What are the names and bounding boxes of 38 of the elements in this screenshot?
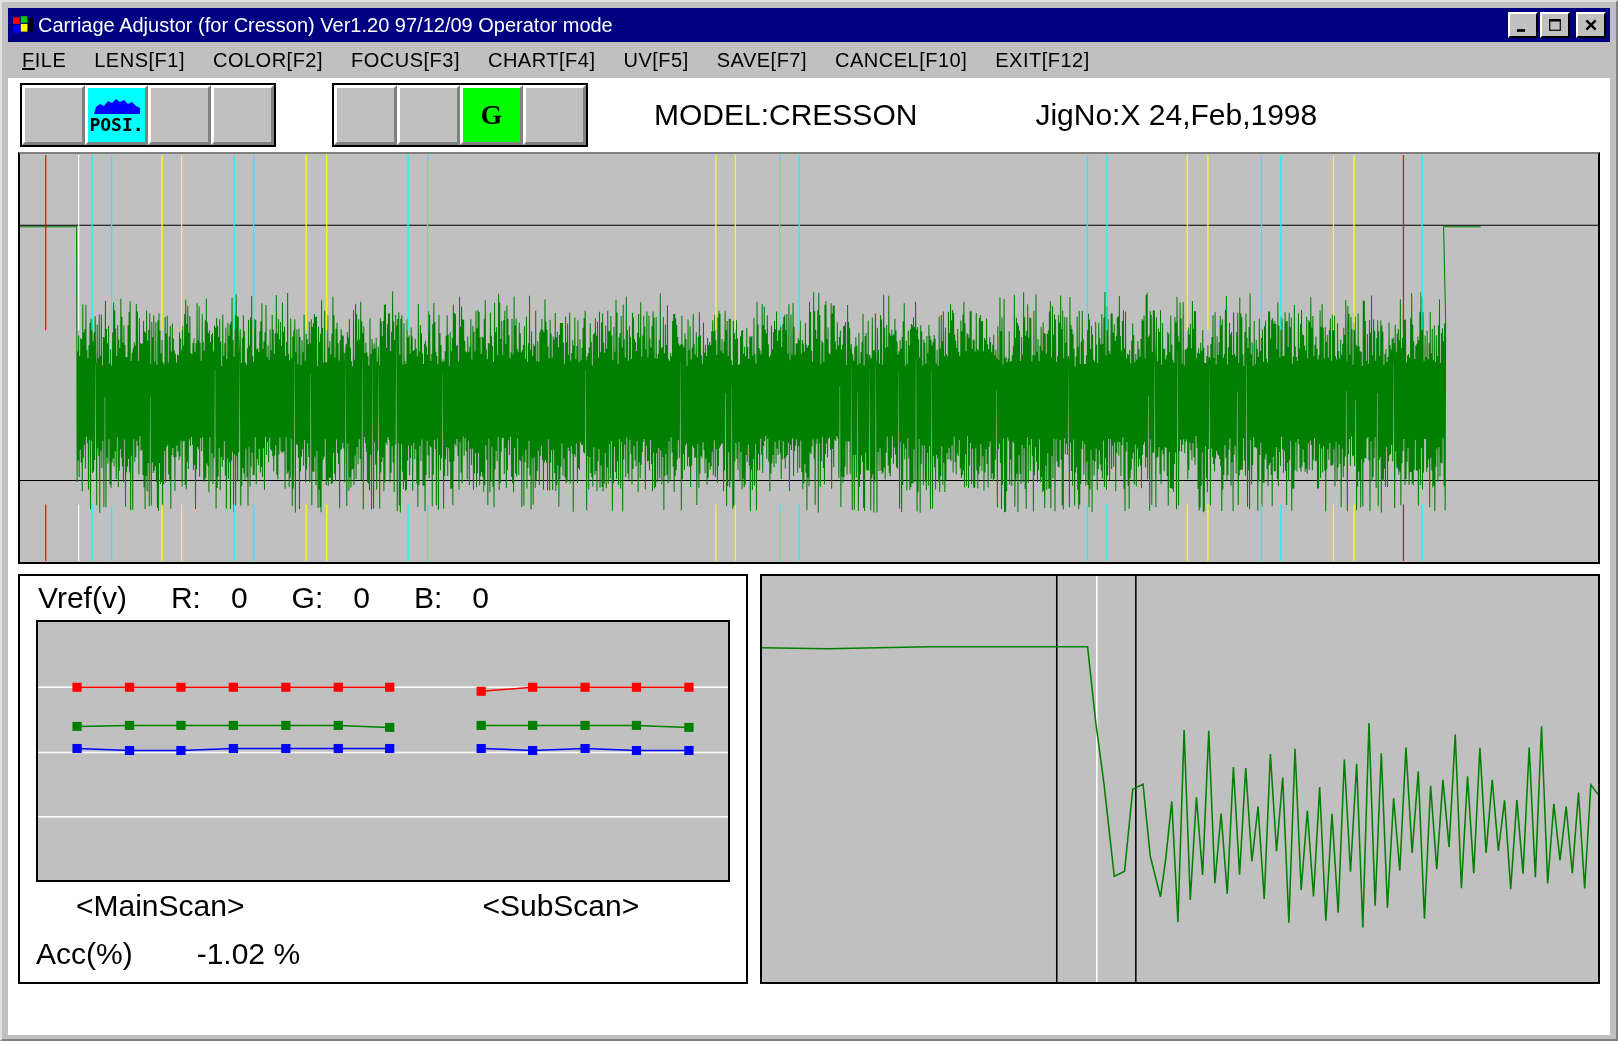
posi-button[interactable]: POSI. — [85, 85, 148, 145]
toolbar-button[interactable] — [334, 85, 397, 145]
maximize-icon — [1548, 18, 1562, 32]
menu-item[interactable]: EXIT[F12] — [995, 48, 1090, 72]
close-button[interactable] — [1576, 12, 1606, 38]
maximize-button[interactable] — [1540, 12, 1570, 38]
toolbar-button[interactable] — [148, 85, 211, 145]
scan-label: <SubScan> — [482, 888, 640, 924]
toolbar-button[interactable] — [397, 85, 460, 145]
channel-value: 0 — [230, 580, 248, 616]
menu-item[interactable]: UV[F5] — [623, 48, 689, 72]
menu-item[interactable]: LENS[F1] — [94, 48, 185, 72]
minimize-button[interactable] — [1508, 12, 1538, 38]
menu-item[interactable]: CHART[F4] — [488, 48, 596, 72]
menu-item[interactable]: FILE — [22, 48, 67, 72]
jig-label: JigNo:X 24,Feb,1998 — [1035, 98, 1318, 132]
acc-value: -1.02 % — [196, 936, 301, 972]
toolbar-button[interactable] — [211, 85, 274, 145]
channel-label: B: — [413, 580, 443, 616]
menu-item[interactable]: COLOR[F2] — [212, 48, 324, 72]
g-button[interactable]: G — [460, 85, 523, 145]
scan-label: <MainScan> — [76, 888, 245, 924]
channel-value: 0 — [472, 580, 489, 616]
window-title: Carriage Adjustor (for Cresson) Ver1.20 97/12/09 Operator mode — [38, 13, 614, 37]
toolbar-button[interactable] — [523, 85, 586, 145]
menu-item[interactable]: FOCUS[F3] — [351, 48, 460, 72]
vref-title: Vref(v) — [38, 580, 127, 616]
minimize-icon — [1517, 28, 1525, 32]
close-icon — [1584, 18, 1598, 32]
toolbar-button[interactable] — [22, 85, 85, 145]
channel-label: G: — [291, 580, 324, 616]
channel-label: R: — [170, 580, 201, 616]
menu-item[interactable]: CANCEL[F10] — [835, 48, 968, 72]
model-label: MODEL:CRESSON — [654, 98, 918, 132]
app-icon — [12, 14, 34, 36]
channel-value: 0 — [353, 580, 370, 616]
menu-item[interactable]: SAVE[F7] — [716, 48, 808, 72]
acc-label: Acc(%) — [36, 936, 133, 972]
